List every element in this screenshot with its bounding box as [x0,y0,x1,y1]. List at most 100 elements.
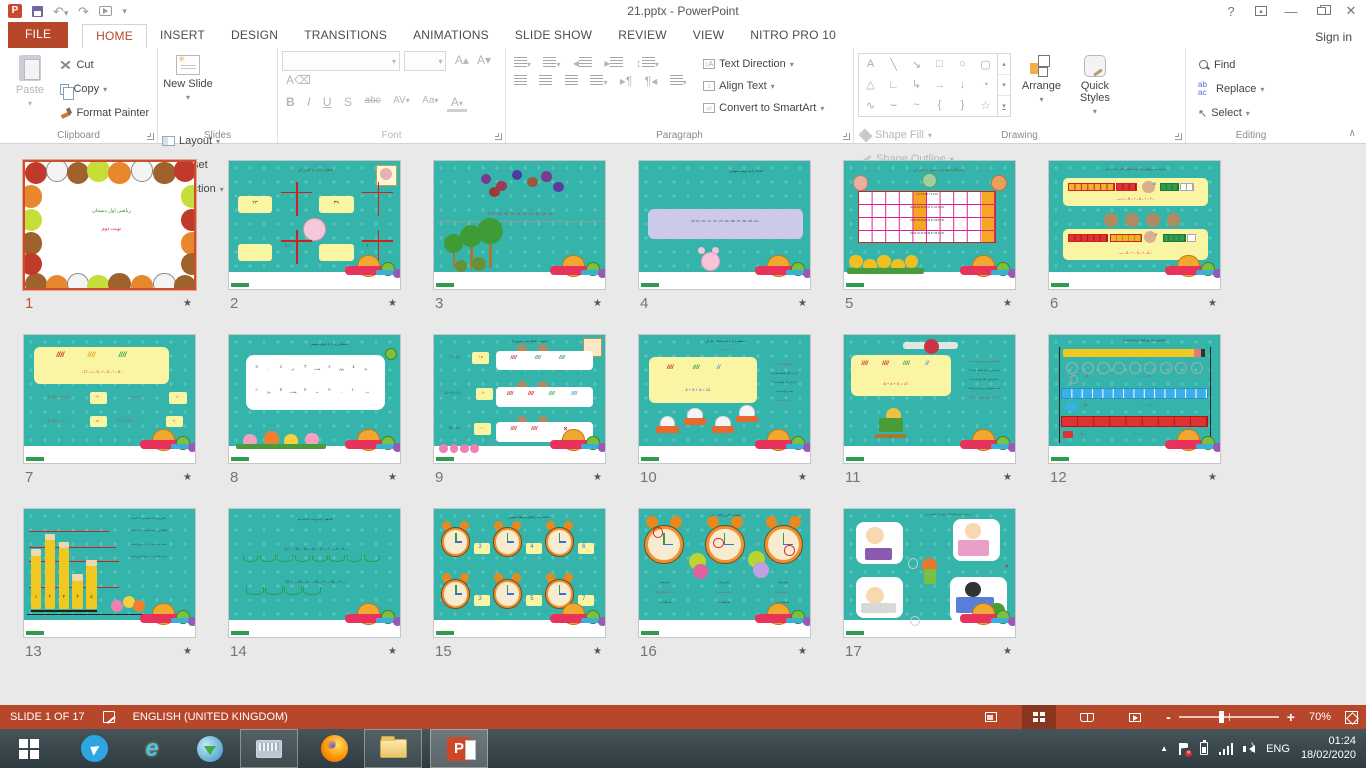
animation-star-icon[interactable]: ★ [1208,298,1217,309]
taskbar-file-explorer[interactable] [364,729,422,768]
align-center-button[interactable] [535,72,556,90]
slide-thumbnail-16[interactable]: جاهای خالی را کامل کنپایان وقتپایان وقتپ… [638,508,811,638]
elbow-shape-icon[interactable]: ∟ [882,75,905,96]
save-icon[interactable] [32,6,43,17]
animation-star-icon[interactable]: ★ [798,472,807,483]
action-center-flag-icon[interactable]: ✕ [1179,743,1189,755]
oval-shape-icon[interactable]: ○ [951,54,974,75]
help-button[interactable]: ? [1216,0,1246,22]
slide-thumbnail-9[interactable]: با توجه به شکل جمع و تفریق کن///////////… [433,334,606,464]
tab-animations[interactable]: ANIMATIONS [400,24,502,48]
align-text-button[interactable]: ↕Align Text▾ [703,77,824,95]
decrease-indent-button[interactable]: ◂ [569,54,596,72]
slide-sorter-view-button[interactable] [1022,705,1056,729]
quick-styles-button[interactable]: Quick Styles▾ [1072,51,1118,121]
language-indicator[interactable]: ENGLISH (UNITED KINGDOM) [133,711,288,723]
tab-view[interactable]: VIEW [680,24,737,48]
slide-thumbnail-7[interactable]: ////////////ـ 6 ـ + ـ 6 ـ + ـ 5 ـ = ـ 17… [23,334,196,464]
slide-thumbnail-17[interactable]: در هر دسته شکل کار درست را علامت بزن× [843,508,1016,638]
ribbon-display-options-button[interactable]: ▴ [1246,0,1276,22]
reading-view-button[interactable] [1070,705,1104,729]
slide-thumbnail-15[interactable]: ساعت چند را نشان می‌دهد؟ بنویس346357 [433,508,606,638]
right-arrow-shape-icon[interactable]: → [928,75,951,96]
tab-nitro-pro-10[interactable]: NITRO PRO 10 [737,24,849,48]
start-button[interactable] [0,729,58,768]
arc-shape-icon[interactable]: ⌣ [882,95,905,116]
brace-right-shape-icon[interactable]: } [951,95,974,116]
arrow-shape-icon[interactable]: ↘ [905,54,928,75]
redo-icon[interactable]: ↶ [78,5,89,18]
tab-file[interactable]: FILE [8,22,68,48]
zoom-slider[interactable] [1179,716,1279,718]
format-painter-button[interactable]: Format Painter [60,103,149,123]
star-shape-icon[interactable]: ☆ [974,95,997,116]
animation-star-icon[interactable]: ★ [593,646,602,657]
underline-button[interactable]: U [319,93,336,111]
numbering-button[interactable]: ▾ [539,54,564,72]
ltr-button[interactable]: ▸¶ [616,72,636,90]
notes-icon[interactable] [103,711,115,723]
taskbar-on-screen-keyboard[interactable] [240,729,298,768]
select-button[interactable]: ↖Select▾ [1198,103,1264,123]
animation-star-icon[interactable]: ★ [388,298,397,309]
zoom-out-button[interactable]: - [1166,709,1171,725]
font-name-combobox[interactable]: ▾ [282,51,400,71]
tray-language[interactable]: ENG [1266,743,1290,755]
animation-star-icon[interactable]: ★ [798,646,807,657]
tab-transitions[interactable]: TRANSITIONS [291,24,400,48]
animation-star-icon[interactable]: ★ [388,646,397,657]
animation-star-icon[interactable]: ★ [1003,472,1012,483]
convert-to-smartart-button[interactable]: ▱Convert to SmartArt▾ [703,99,824,117]
font-color-button[interactable]: A▾ [447,93,467,112]
increase-font-size-button[interactable]: A▴ [451,51,473,69]
slide-thumbnail-1[interactable]: ریاضی اول دبستاننوبت دوم [23,160,196,290]
animation-star-icon[interactable]: ★ [593,298,602,309]
animation-star-icon[interactable]: ★ [593,472,602,483]
align-left-button[interactable] [510,72,531,90]
italic-button[interactable]: I [303,93,314,111]
justify-button[interactable]: ▾ [586,72,611,90]
paste-button[interactable]: Paste▾ [4,51,56,127]
slide-thumbnail-11[interactable]: //////////////8 + 4 + 5 = 17۸ دانش‌آموز … [843,334,1016,464]
animation-star-icon[interactable]: ★ [388,472,397,483]
fit-to-window-button[interactable] [1345,711,1358,724]
tray-expand-icon[interactable]: ▲ [1160,744,1168,753]
slide-thumbnail-3[interactable]: 47 ـ 48 ـ 49 ـ 50 ـ 51 ـ 52 ـ 53 ـ 54 ـ … [433,160,606,290]
arrange-button[interactable]: Arrange▾ [1015,51,1067,121]
zoom-level[interactable]: 70% [1309,711,1331,723]
slide-thumbnail-2[interactable]: جاهای خالی را کامل کن۲۳۳۹۷ ۱۴ ۰ [228,160,401,290]
change-case-button[interactable]: Aa▾ [418,93,442,108]
scribble-shape-icon[interactable]: ∿ [859,95,882,116]
animation-star-icon[interactable]: ★ [798,298,807,309]
drawing-dialog-launcher[interactable] [1175,133,1182,140]
cut-button[interactable]: Cut [60,55,149,75]
tab-design[interactable]: DESIGN [218,24,291,48]
sign-in-link[interactable]: Sign in [1315,30,1352,44]
slide-thumbnail-5[interactable]: مانند الگو ادامه بده و جدول را کامل کن1 … [843,160,1016,290]
tab-home[interactable]: HOME [82,24,147,48]
minimize-button[interactable]: — [1276,0,1306,22]
line-spacing-button[interactable]: ↕▾ [632,54,663,72]
font-dialog-launcher[interactable] [495,133,502,140]
rectangle-shape-icon[interactable]: □ [928,54,951,75]
new-slide-button[interactable]: New Slide▾ [162,51,214,127]
animation-star-icon[interactable]: ★ [183,472,192,483]
tab-slide-show[interactable]: SLIDE SHOW [502,24,605,48]
brace-left-shape-icon[interactable]: { [928,95,951,116]
shapes-gallery[interactable]: A╲↘□○▢△∟↳→↓◔∿⌣~{}☆ ▴▾▾ [858,53,1011,117]
slide-thumbnail-10[interactable]: مسئله را با توجه به شکل حل کنــ ــ ــ ــ… [638,334,811,464]
slide-thumbnail-14[interactable]: عددها را به ترتیب ادامه بده4 ــ 6 ــ 8 ـ… [228,508,401,638]
character-spacing-button[interactable]: AV▾ [389,93,414,108]
curve-shape-icon[interactable]: ~ [905,95,928,116]
bullets-button[interactable]: ▾ [510,54,535,72]
taskbar-internet-explorer[interactable]: e [130,729,174,768]
normal-view-button[interactable] [974,705,1008,729]
tab-insert[interactable]: INSERT [147,24,218,48]
taskbar-idm[interactable] [188,729,232,768]
slide-thumbnail-13[interactable]: بلندترین مداد شماره‌ی ـ ۲ ـ استکوتاه‌تری… [23,508,196,638]
slide-thumbnail-12[interactable]: اندازه‌ی مداد بین کدام دو عدد است؟ـ 6 ــ… [1048,334,1221,464]
paragraph-dialog-launcher[interactable] [843,133,850,140]
animation-star-icon[interactable]: ★ [183,298,192,309]
down-arrow-shape-icon[interactable]: ↓ [951,75,974,96]
animation-star-icon[interactable]: ★ [1208,472,1217,483]
